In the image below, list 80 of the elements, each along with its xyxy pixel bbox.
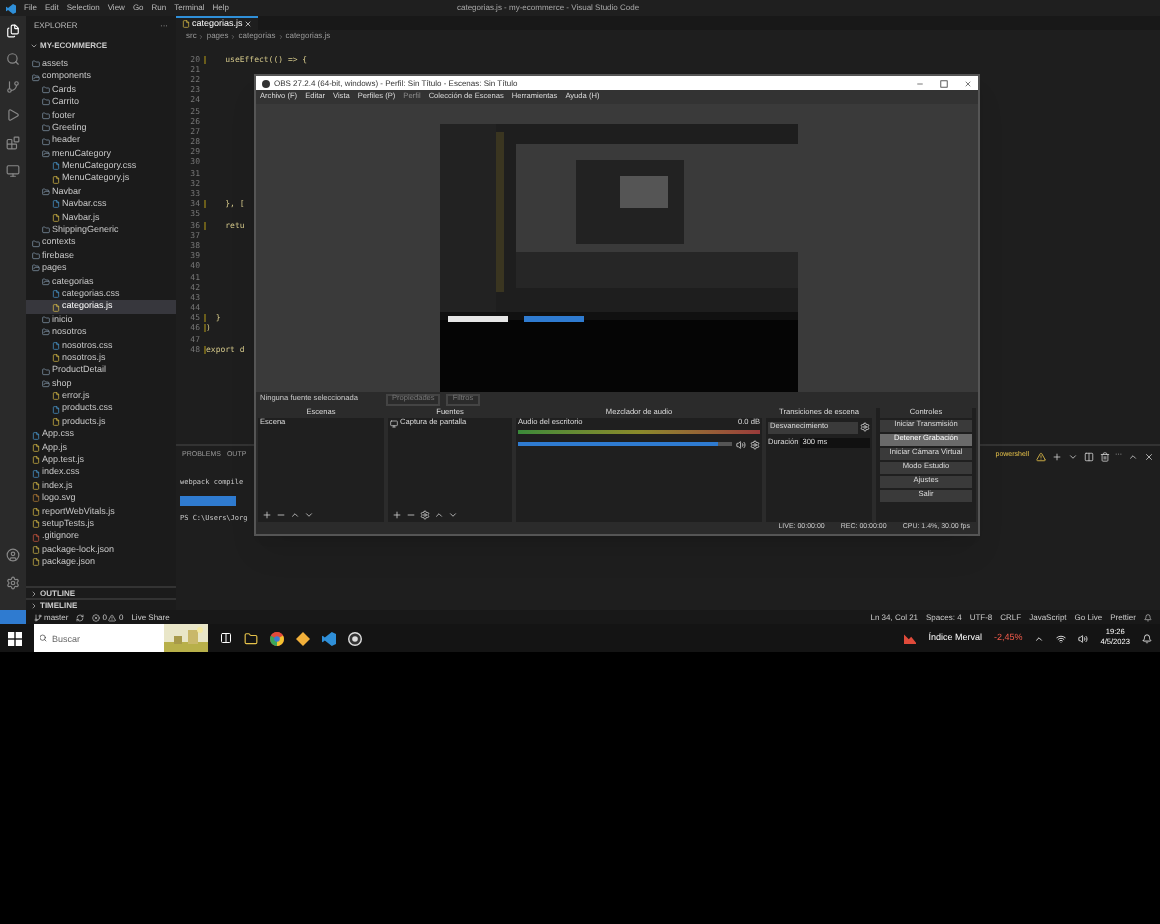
folder-icon xyxy=(32,252,40,261)
open-folder-icon xyxy=(42,188,50,197)
open-folder-icon xyxy=(42,379,50,388)
add-icon[interactable] xyxy=(1051,451,1061,461)
browser-icon[interactable] xyxy=(270,631,284,645)
warning-icon xyxy=(108,613,117,621)
branch-icon xyxy=(34,613,42,621)
add-icon[interactable] xyxy=(392,510,402,520)
add-icon[interactable] xyxy=(262,510,272,520)
folder-icon xyxy=(42,98,50,107)
bell-icon[interactable] xyxy=(1144,613,1152,621)
folder-icon xyxy=(42,137,50,146)
file-icon xyxy=(52,354,60,363)
remove-icon[interactable] xyxy=(406,510,416,520)
file-icon xyxy=(32,558,40,567)
monitor-icon[interactable] xyxy=(6,164,20,178)
explorer-icon[interactable] xyxy=(6,24,20,38)
wifi-icon[interactable] xyxy=(1056,633,1067,643)
folder-icon[interactable] xyxy=(244,631,258,645)
search-icon[interactable] xyxy=(6,52,20,66)
open-folder-icon xyxy=(32,73,40,82)
file-icon xyxy=(32,533,40,542)
settings-icon[interactable] xyxy=(420,510,430,520)
settings-icon[interactable] xyxy=(6,576,20,590)
trash-icon[interactable] xyxy=(1099,451,1109,461)
open-folder-icon xyxy=(42,149,50,158)
folder-icon xyxy=(42,111,50,120)
branch-icon[interactable] xyxy=(6,80,20,94)
file-icon xyxy=(52,392,60,401)
file-icon xyxy=(32,520,40,529)
folder-icon xyxy=(32,239,40,248)
error-icon xyxy=(92,613,101,621)
folder-icon xyxy=(42,226,50,235)
file-icon xyxy=(52,213,60,222)
file-icon xyxy=(52,418,60,427)
warning-icon xyxy=(1035,451,1045,461)
file-icon xyxy=(52,341,60,350)
file-icon xyxy=(52,162,60,171)
folder-icon xyxy=(42,85,50,94)
file-icon xyxy=(52,405,60,414)
code-editor-icon[interactable] xyxy=(322,631,336,645)
start-icon[interactable] xyxy=(8,631,22,645)
folder-icon xyxy=(42,316,50,324)
split-icon[interactable] xyxy=(1083,451,1093,461)
extensions-icon[interactable] xyxy=(6,136,20,150)
task-view-icon[interactable] xyxy=(220,632,232,644)
file-icon xyxy=(32,482,40,491)
file-icon xyxy=(32,469,40,478)
search-icon xyxy=(34,624,52,652)
file-icon xyxy=(32,443,40,452)
file-icon xyxy=(52,200,60,209)
sync-icon[interactable] xyxy=(76,613,85,621)
selection-highlight xyxy=(180,496,236,507)
record-app-icon[interactable] xyxy=(348,631,362,645)
file-icon xyxy=(32,431,40,440)
account-icon[interactable] xyxy=(6,548,20,562)
file-icon xyxy=(52,303,60,312)
open-folder-icon xyxy=(42,328,50,337)
chevron-icon[interactable] xyxy=(1067,451,1077,461)
speaker-icon[interactable] xyxy=(1078,633,1089,643)
folder-icon xyxy=(42,124,50,133)
file-icon xyxy=(32,456,40,465)
app-logo-icon xyxy=(6,3,16,13)
chevron-icon[interactable] xyxy=(1128,451,1138,461)
file-icon xyxy=(32,546,40,555)
file-icon xyxy=(52,290,60,299)
folder-icon xyxy=(32,60,40,69)
notification-icon[interactable] xyxy=(1142,633,1152,643)
speaker-icon[interactable] xyxy=(736,439,746,450)
maximize-icon[interactable] xyxy=(940,79,948,87)
folder-icon xyxy=(42,367,50,376)
file-icon xyxy=(32,507,40,516)
file-icon xyxy=(52,175,60,184)
diamond-icon[interactable] xyxy=(296,631,310,645)
chart-down-icon[interactable] xyxy=(904,632,917,644)
play-icon[interactable] xyxy=(6,108,20,122)
file-icon xyxy=(182,20,190,28)
monitor-icon xyxy=(390,419,398,428)
remove-icon[interactable] xyxy=(276,510,286,520)
file-icon xyxy=(32,494,40,503)
